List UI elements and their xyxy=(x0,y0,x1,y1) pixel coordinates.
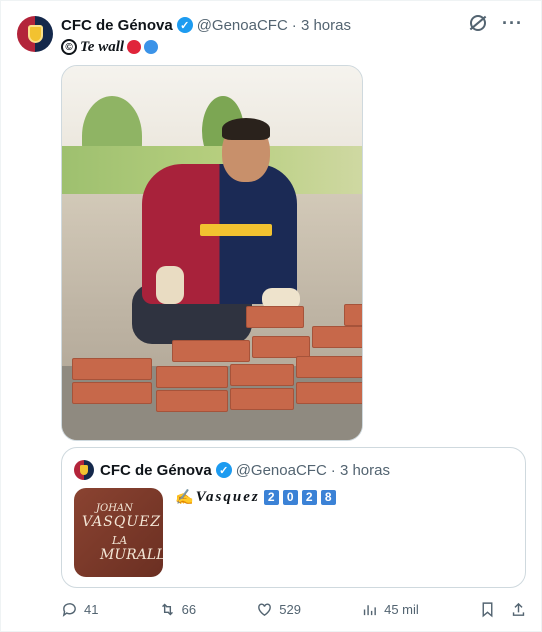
keycap-digit: 2 xyxy=(301,489,317,505)
verified-badge-icon: ✓ xyxy=(215,462,232,478)
keycap-digit: 8 xyxy=(320,489,336,505)
verified-badge-icon: ✓ xyxy=(176,17,193,33)
retweet-button[interactable]: 66 xyxy=(159,601,196,618)
genoa-crest-icon xyxy=(80,465,88,475)
tweet-photo[interactable] xyxy=(61,65,363,441)
brick xyxy=(296,382,362,404)
more-options-icon[interactable]: ··· xyxy=(502,14,523,32)
share-icon[interactable] xyxy=(510,601,527,618)
tweet-header: CFC de Génova ✓ @GenoaCFC · 3 horas xyxy=(61,15,481,35)
brick xyxy=(312,326,362,348)
red-circle-icon xyxy=(127,40,142,54)
tweet-text: © Te wall xyxy=(61,37,159,57)
author-avatar[interactable] xyxy=(17,16,53,52)
copyright-icon: © xyxy=(61,39,77,55)
thumb-text-line: VASQUEZ xyxy=(82,513,162,530)
like-count: 529 xyxy=(279,601,301,617)
retweet-icon xyxy=(161,603,173,615)
brick xyxy=(246,306,304,328)
genoa-crest-icon xyxy=(27,25,43,43)
reply-icon xyxy=(62,602,76,617)
blue-circle-icon xyxy=(144,40,159,54)
photo-glove xyxy=(156,266,184,304)
views-count: 45 mil xyxy=(384,601,419,617)
share-actions xyxy=(479,601,527,618)
quoted-media-thumbnail: JOHAN VASQUEZ LA MURALLA xyxy=(74,488,163,577)
brick xyxy=(156,390,228,412)
tweet-time[interactable]: · 3 horas xyxy=(292,17,351,34)
writing-hand-icon: ✍️ xyxy=(175,489,194,506)
reply-count: 41 xyxy=(84,601,99,617)
quoted-tweet-header: CFC de Génova ✓ @GenoaCFC · 3 horas xyxy=(100,460,390,480)
like-button[interactable]: 529 xyxy=(256,601,301,618)
quoted-script-text: Vasquez xyxy=(195,488,260,505)
brick xyxy=(72,358,152,380)
photo-player-hair xyxy=(222,118,270,140)
action-bar: 41 66 529 45 mil xyxy=(61,599,527,619)
bookmark-icon[interactable] xyxy=(479,601,496,618)
quoted-author-name: CFC de Génova xyxy=(100,461,212,479)
author-name[interactable]: CFC de Génova xyxy=(61,17,173,34)
brick xyxy=(344,304,362,326)
thumb-text-line: JOHAN xyxy=(96,502,133,514)
brick xyxy=(296,356,362,378)
retweet-count: 66 xyxy=(181,601,197,617)
tweet-card[interactable]: CFC de Génova ✓ @GenoaCFC · 3 horas ··· … xyxy=(0,0,542,632)
quoted-author-avatar xyxy=(74,460,94,480)
header-actions: ··· xyxy=(470,14,523,32)
thumb-text-line: LA xyxy=(112,533,128,547)
tweet-text-italic: Te wall xyxy=(80,38,125,55)
brick xyxy=(172,340,250,362)
brick xyxy=(230,364,294,386)
brick xyxy=(72,382,152,404)
author-handle[interactable]: @GenoaCFC xyxy=(197,17,288,34)
views-button[interactable]: 45 mil xyxy=(361,601,419,618)
heart-icon xyxy=(258,602,272,616)
photo-shirt-sponsor xyxy=(200,224,272,236)
reply-button[interactable]: 41 xyxy=(61,601,98,618)
quoted-tweet-time: · 3 horas xyxy=(330,461,390,479)
quoted-author-handle: @GenoaCFC xyxy=(235,461,327,479)
keycap-digit: 2 xyxy=(263,489,279,505)
brick xyxy=(156,366,228,388)
quoted-tweet[interactable]: CFC de Génova ✓ @GenoaCFC · 3 horas JOHA… xyxy=(61,447,526,588)
grok-icon[interactable] xyxy=(470,15,487,31)
thumb-text-line: MURALLA xyxy=(100,546,163,563)
brick xyxy=(230,388,294,410)
quoted-tweet-text: ✍️ Vasquez 2 0 2 8 xyxy=(175,488,336,506)
photo-brick-wall xyxy=(72,304,362,412)
views-chart-icon xyxy=(363,604,376,615)
keycap-digit: 0 xyxy=(282,489,298,505)
brick xyxy=(252,336,310,358)
